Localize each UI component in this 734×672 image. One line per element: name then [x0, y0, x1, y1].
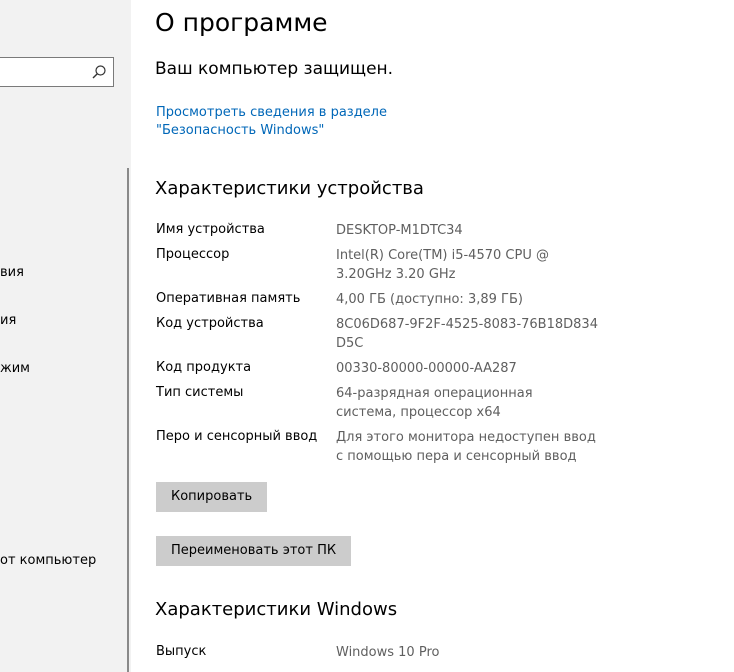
- copy-button[interactable]: Копировать: [156, 482, 268, 512]
- search-icon[interactable]: [91, 64, 107, 80]
- spec-value: Для этого монитора недоступен ввод с пом…: [336, 430, 596, 464]
- page-title: О программе: [155, 8, 328, 37]
- sidebar-item-4[interactable]: от компьютер: [0, 553, 96, 568]
- spec-value: 4,00 ГБ (доступно: 3,89 ГБ): [336, 292, 523, 307]
- spec-label: Тип системы: [156, 385, 244, 400]
- spec-value: 8C06D687-9F2F-4525-8083-76B18D834D5C: [336, 317, 598, 351]
- device-specs-title: Характеристики устройства: [155, 178, 424, 199]
- spec-label: Код устройства: [156, 316, 264, 331]
- spec-label: Оперативная память: [156, 291, 301, 306]
- main-content: О программе Ваш компьютер защищен. Просм…: [155, 0, 730, 672]
- spec-value: DESKTOP-M1DTC34: [336, 223, 463, 238]
- spec-label: Имя устройства: [156, 222, 265, 237]
- spec-value: 00330-80000-00000-AA287: [336, 361, 517, 376]
- sidebar-item-3[interactable]: жим: [0, 361, 30, 376]
- windows-specs-title: Характеристики Windows: [155, 599, 398, 620]
- sidebar-item-1[interactable]: вия: [0, 265, 24, 280]
- sidebar-item-2[interactable]: ия: [0, 313, 16, 328]
- spec-value: Intel(R) Core(TM) i5-4570 CPU @ 3.20GHz …: [336, 248, 549, 282]
- sidebar-scrollbar[interactable]: [127, 168, 129, 672]
- spec-label: Выпуск: [156, 644, 207, 659]
- security-details-link[interactable]: Просмотреть сведения в разделе "Безопасн…: [156, 104, 486, 140]
- search-input[interactable]: [0, 57, 114, 87]
- spec-label: Код продукта: [156, 360, 252, 375]
- spec-value: Windows 10 Pro: [336, 645, 440, 660]
- sidebar: вия ия жим от компьютер: [0, 0, 131, 672]
- spec-label: Процессор: [156, 247, 230, 262]
- protection-status: Ваш компьютер защищен.: [155, 59, 394, 79]
- spec-value: 64-разрядная операционная система, проце…: [336, 386, 533, 420]
- spec-label: Перо и сенсорный ввод: [156, 429, 318, 444]
- rename-pc-button[interactable]: Переименовать этот ПК: [156, 536, 352, 566]
